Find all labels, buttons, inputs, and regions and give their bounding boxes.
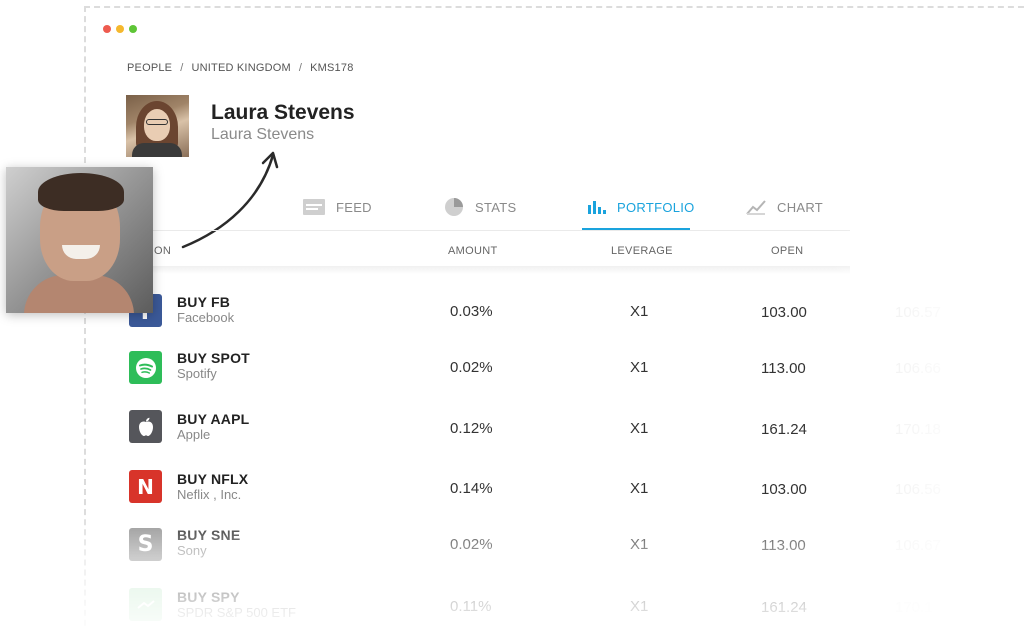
trade-leverage: X1	[630, 598, 649, 615]
trade-instrument: Sony	[177, 543, 207, 558]
table-row[interactable]: N BUY NFLX Neflix , Inc. 0.14% X1 103.00…	[0, 466, 1024, 522]
trade-amount: 0.02%	[450, 359, 493, 376]
trade-instrument: Apple	[177, 427, 211, 442]
tab-bar: FEED STATS PORTFOLIO CHART	[150, 183, 850, 231]
trade-title: BUY SPY	[177, 589, 240, 605]
header-divider	[150, 266, 850, 274]
trade-open: 113.00	[761, 360, 806, 377]
table-row[interactable]: BUY AAPL Apple 0.12% X1 161.24 170.18	[0, 406, 1024, 462]
breadcrumb-country[interactable]: UNITED KINGDOM	[192, 62, 291, 74]
feed-icon	[303, 199, 325, 215]
tab-feed-label: FEED	[336, 199, 372, 215]
close-dot[interactable]	[103, 25, 111, 33]
trade-title: BUY FB	[177, 294, 231, 310]
trade-leverage: X1	[630, 480, 649, 497]
trade-instrument: Spotify	[177, 366, 217, 381]
netflix-logo-icon: N	[129, 470, 162, 503]
trade-instrument: Neflix , Inc.	[177, 487, 242, 502]
trade-instrument: SPDR S&P 500 ETF	[177, 605, 296, 620]
trade-leverage: X1	[630, 420, 649, 437]
trade-open: 103.00	[761, 304, 807, 321]
column-header-amount[interactable]: AMOUNT	[448, 245, 497, 257]
tab-stats-label: STATS	[475, 199, 517, 215]
tab-chart[interactable]: CHART	[745, 183, 823, 231]
table-row[interactable]: S BUY SNE Sony 0.02% X1 113.00 106.67	[0, 522, 1024, 578]
user-photo	[6, 167, 153, 313]
tab-feed[interactable]: FEED	[302, 183, 372, 231]
maximize-dot[interactable]	[129, 25, 137, 33]
spotify-logo-icon	[129, 351, 162, 384]
trade-leverage: X1	[630, 359, 649, 376]
trade-open: 103.00	[761, 481, 807, 498]
trade-amount: 0.02%	[450, 536, 493, 553]
minimize-dot[interactable]	[116, 25, 124, 33]
trade-title: BUY NFLX	[177, 471, 249, 487]
apple-logo-icon	[129, 410, 162, 443]
trade-close: 170.1	[895, 599, 933, 616]
tab-portfolio[interactable]: PORTFOLIO	[587, 183, 695, 231]
trade-amount: 0.03%	[450, 303, 493, 320]
spy-logo-icon	[129, 588, 162, 621]
column-header-leverage[interactable]: LEVERAGE	[611, 245, 673, 257]
trade-close: 170.18	[895, 421, 941, 438]
profile-name: Laura Stevens	[211, 101, 355, 124]
trade-amount: 0.12%	[450, 420, 493, 437]
column-header-open[interactable]: OPEN	[771, 245, 803, 257]
trade-close: 106.67	[895, 537, 941, 554]
tab-chart-label: CHART	[777, 199, 824, 215]
trade-close: 106.66	[895, 360, 941, 377]
trade-close: 106.56	[895, 481, 941, 498]
trade-open: 161.24	[761, 421, 807, 438]
trade-leverage: X1	[630, 303, 649, 320]
trade-amount: 0.14%	[450, 480, 493, 497]
active-tab-indicator	[582, 228, 690, 230]
breadcrumb-separator: /	[298, 62, 303, 74]
breadcrumb-separator: /	[180, 62, 184, 74]
sony-logo-icon: S	[129, 528, 162, 561]
profile-username: Laura Stevens	[211, 126, 315, 143]
bar-chart-icon	[588, 201, 606, 214]
trade-open: 113.00	[761, 537, 806, 554]
trade-title: BUY SPOT	[177, 350, 250, 366]
trade-instrument: Facebook	[177, 310, 235, 325]
column-header-action[interactable]: ON	[154, 245, 171, 257]
tab-stats[interactable]: STATS	[443, 183, 516, 231]
trade-open: 161.24	[761, 599, 807, 616]
table-row[interactable]: BUY SPOT Spotify 0.02% X1 113.00 106.66	[0, 345, 1024, 401]
trade-leverage: X1	[630, 536, 649, 553]
tab-portfolio-label: PORTFOLIO	[617, 199, 695, 215]
line-chart-icon	[746, 200, 766, 215]
breadcrumb: PEOPLE / UNITED KINGDOM / KMS178	[127, 62, 354, 74]
table-row[interactable]: f BUY FB Facebook 0.03% X1 103.00 106.57	[0, 289, 1024, 345]
breadcrumb-user: KMS178	[310, 62, 354, 74]
trade-title: BUY SNE	[177, 527, 241, 543]
trade-title: BUY AAPL	[177, 411, 250, 427]
pie-chart-icon	[445, 198, 463, 216]
window-controls	[103, 25, 137, 33]
breadcrumb-people[interactable]: PEOPLE	[127, 62, 172, 74]
trade-close: 106.57	[895, 304, 941, 321]
trade-amount: 0.11%	[450, 598, 492, 615]
table-row[interactable]: BUY SPY SPDR S&P 500 ETF 0.11% X1 161.24…	[0, 584, 1024, 629]
